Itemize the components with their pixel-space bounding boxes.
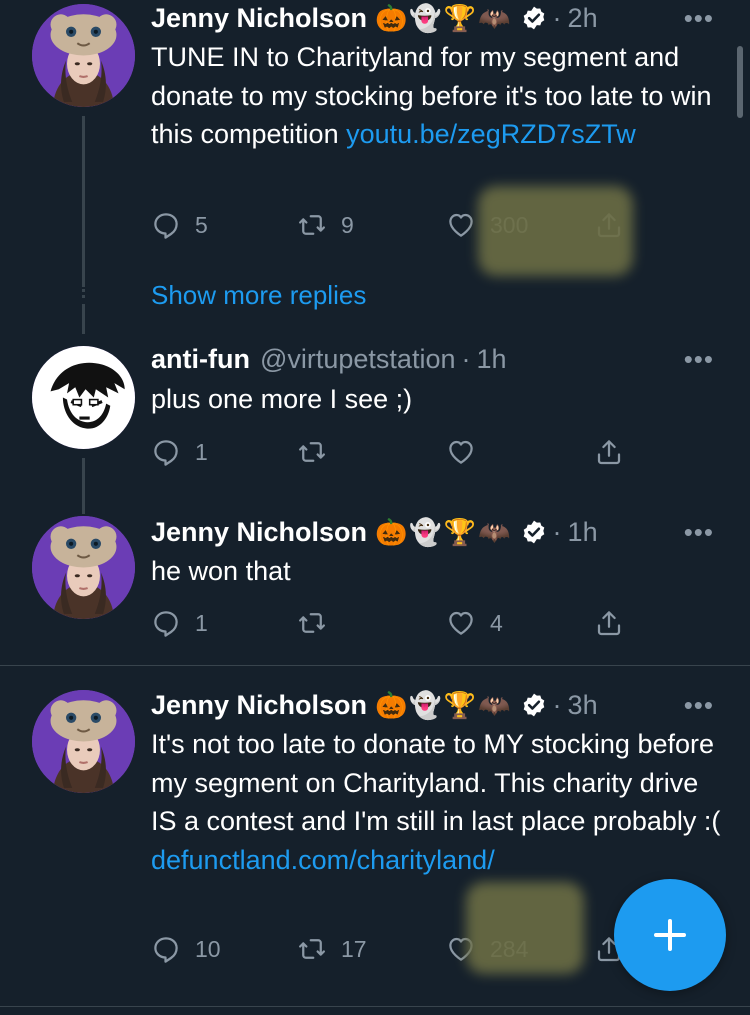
reply-icon bbox=[151, 934, 181, 964]
tweet-body: he won that bbox=[151, 556, 291, 586]
author-name[interactable]: Jenny Nicholson bbox=[151, 687, 367, 723]
divider bbox=[0, 1006, 750, 1007]
scrollbar[interactable] bbox=[737, 46, 743, 118]
avatar[interactable] bbox=[32, 346, 135, 449]
tweet-text: plus one more I see ;) bbox=[151, 380, 721, 419]
more-options-icon[interactable]: ••• bbox=[684, 341, 714, 377]
like-button[interactable]: 4 bbox=[446, 603, 503, 643]
verified-badge-icon bbox=[521, 5, 547, 31]
tweet-link[interactable]: youtu.be/zegRZD7sZTw bbox=[346, 119, 636, 149]
separator-dot: · bbox=[552, 690, 562, 720]
retweet-button[interactable] bbox=[297, 603, 327, 643]
reply-button[interactable]: 5 bbox=[151, 205, 208, 245]
share-button[interactable] bbox=[594, 432, 624, 472]
redaction-smudge bbox=[478, 186, 633, 276]
tweet-header: Jenny Nicholson 🎃👻🏆🦇 · 2h ••• bbox=[151, 0, 730, 36]
tweet-1[interactable]: Jenny Nicholson 🎃👻🏆🦇 · 2h ••• TUNE IN to… bbox=[0, 0, 750, 334]
share-icon bbox=[594, 437, 624, 467]
heart-icon bbox=[446, 608, 476, 638]
name-emojis: 🎃👻🏆🦇 bbox=[375, 690, 513, 720]
tweet-actions: 1 4 bbox=[151, 603, 631, 643]
retweet-count: 17 bbox=[341, 935, 367, 962]
retweet-icon bbox=[297, 437, 327, 467]
avatar[interactable] bbox=[32, 516, 135, 619]
separator-dot: · bbox=[461, 344, 471, 374]
avatar[interactable] bbox=[32, 690, 135, 793]
divider bbox=[0, 665, 750, 666]
tweet-body: It's not too late to donate to MY stocki… bbox=[151, 729, 721, 836]
share-button[interactable] bbox=[594, 603, 624, 643]
tweet-text: It's not too late to donate to MY stocki… bbox=[151, 725, 721, 879]
retweet-icon bbox=[297, 210, 327, 240]
tweet-link[interactable]: defunctland.com/charityland/ bbox=[151, 845, 495, 875]
thread-line bbox=[82, 304, 85, 334]
verified-badge-icon bbox=[521, 519, 547, 545]
show-more-replies-link[interactable]: Show more replies bbox=[151, 280, 366, 311]
tweet-text: he won that bbox=[151, 552, 721, 591]
verified-badge-icon bbox=[521, 692, 547, 718]
heart-icon bbox=[446, 210, 476, 240]
redaction-smudge bbox=[466, 882, 584, 974]
retweet-button[interactable]: 9 bbox=[297, 205, 354, 245]
reply-button[interactable]: 10 bbox=[151, 929, 221, 969]
author-name[interactable]: Jenny Nicholson bbox=[151, 0, 367, 36]
avatar[interactable] bbox=[32, 4, 135, 107]
separator-dot: · bbox=[552, 517, 562, 547]
author-name[interactable]: Jenny Nicholson bbox=[151, 514, 367, 550]
plus-icon bbox=[654, 919, 686, 951]
timestamp[interactable]: 1h bbox=[476, 341, 506, 377]
like-button[interactable] bbox=[446, 432, 476, 472]
tweet-3[interactable]: Jenny Nicholson 🎃👻🏆🦇 · 1h ••• he won tha… bbox=[0, 512, 750, 662]
retweet-icon bbox=[297, 934, 327, 964]
timestamp[interactable]: 2h bbox=[568, 0, 598, 36]
retweet-count: 9 bbox=[341, 211, 354, 238]
compose-tweet-button[interactable] bbox=[614, 879, 726, 991]
reply-icon bbox=[151, 608, 181, 638]
reply-button[interactable]: 1 bbox=[151, 432, 208, 472]
tweet-header: Jenny Nicholson 🎃👻🏆🦇 · 1h ••• bbox=[151, 514, 730, 550]
reply-count: 10 bbox=[195, 935, 221, 962]
separator-dot: · bbox=[552, 3, 562, 33]
retweet-button[interactable] bbox=[297, 432, 327, 472]
author-handle[interactable]: @virtupetstation bbox=[260, 341, 456, 377]
more-options-icon[interactable]: ••• bbox=[684, 0, 714, 36]
thread-dots bbox=[82, 284, 85, 298]
more-options-icon[interactable]: ••• bbox=[684, 514, 714, 550]
tweet-header: anti-fun @virtupetstation · 1h ••• bbox=[151, 341, 730, 377]
reply-count: 5 bbox=[195, 211, 208, 238]
thread-line bbox=[82, 458, 85, 514]
author-name[interactable]: anti-fun bbox=[151, 341, 250, 377]
tweet-body: plus one more I see ;) bbox=[151, 384, 413, 414]
name-emojis: 🎃👻🏆🦇 bbox=[375, 3, 513, 33]
tweet-text: TUNE IN to Charityland for my segment an… bbox=[151, 38, 721, 154]
tweet-actions: 1 bbox=[151, 432, 631, 472]
timestamp[interactable]: 1h bbox=[568, 514, 598, 550]
like-count: 4 bbox=[490, 609, 503, 636]
more-options-icon[interactable]: ••• bbox=[684, 687, 714, 723]
reply-count: 1 bbox=[195, 609, 208, 636]
timestamp[interactable]: 3h bbox=[568, 687, 598, 723]
retweet-icon bbox=[297, 608, 327, 638]
reply-icon bbox=[151, 437, 181, 467]
reply-count: 1 bbox=[195, 438, 208, 465]
reply-icon bbox=[151, 210, 181, 240]
tweet-header: Jenny Nicholson 🎃👻🏆🦇 · 3h ••• bbox=[151, 687, 730, 723]
tweet-2[interactable]: anti-fun @virtupetstation · 1h ••• plus … bbox=[0, 336, 750, 514]
heart-icon bbox=[446, 437, 476, 467]
thread-line bbox=[82, 116, 85, 286]
name-emojis: 🎃👻🏆🦇 bbox=[375, 517, 513, 547]
share-icon bbox=[594, 608, 624, 638]
retweet-button[interactable]: 17 bbox=[297, 929, 367, 969]
reply-button[interactable]: 1 bbox=[151, 603, 208, 643]
